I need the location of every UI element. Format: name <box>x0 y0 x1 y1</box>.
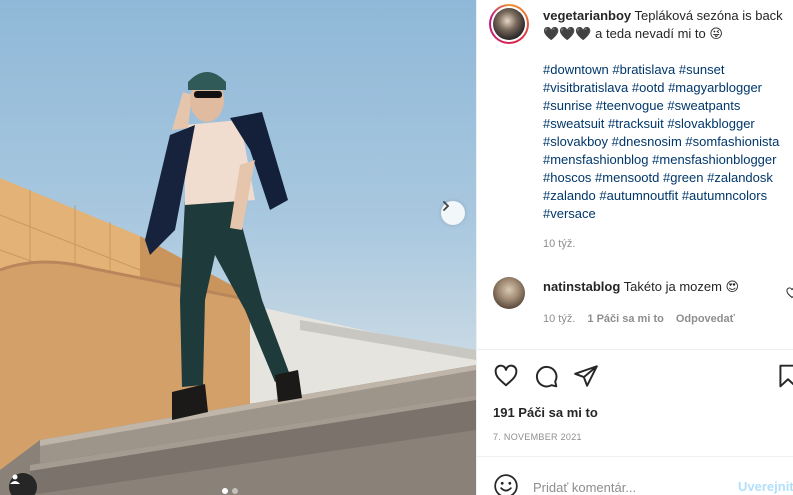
tagged-users-button[interactable] <box>9 473 37 495</box>
caption-text-line1: Tepláková sezóna is back <box>631 8 783 23</box>
comment-likes[interactable]: 1 Páči sa mi to <box>587 310 663 328</box>
bookmark-icon[interactable] <box>775 363 793 392</box>
hashtag-link[interactable]: #teenvogue <box>596 98 664 113</box>
hashtag-line: #visitbratislava #ootd #magyarblogger <box>543 79 793 97</box>
caption: vegetarianboy Tepláková sezóna is back 🖤… <box>543 4 793 253</box>
hashtag-line: #sweatsuit #tracksuit #slovakblogger <box>543 115 793 133</box>
author-avatar[interactable] <box>489 4 529 44</box>
comment-time-ago[interactable]: 10 týž. <box>543 310 575 328</box>
hashtag-link[interactable]: #slovakboy <box>543 134 608 149</box>
hashtag-link[interactable]: #slovakblogger <box>667 116 754 131</box>
hashtag-link[interactable]: #downtown <box>543 62 609 77</box>
commenter-avatar[interactable] <box>493 277 525 309</box>
post-likes-count[interactable]: 191 Páči sa mi to <box>493 405 598 420</box>
post-date[interactable]: 7. NOVEMBER 2021 <box>493 432 582 442</box>
hashtag-line: #hoscos #mensootd #green #zalandosk <box>543 169 793 187</box>
comment-input[interactable] <box>533 479 723 495</box>
hashtag-link[interactable]: #sweatpants <box>667 98 740 113</box>
hashtag-link[interactable]: #sunset <box>679 62 725 77</box>
hashtag-link[interactable]: #autumncolors <box>682 188 767 203</box>
hashtag-line: #sunrise #teenvogue #sweatpants <box>543 97 793 115</box>
hashtag-link[interactable]: #autumnoutfit <box>599 188 678 203</box>
hashtag-link[interactable]: #mensfashionblog <box>543 152 649 167</box>
caption-text-line2: 🖤🖤🖤 a teda nevadí mi to 😜 <box>543 26 723 41</box>
smiley-icon[interactable] <box>493 473 519 495</box>
hashtag-link[interactable]: #somfashionista <box>685 134 779 149</box>
hashtag-link[interactable]: #mensootd <box>595 170 659 185</box>
hashtag-link[interactable]: #mensfashionblogger <box>652 152 776 167</box>
comment-bubble-icon[interactable] <box>533 363 559 392</box>
hashtag-line: #versace <box>543 205 793 223</box>
hashtag-link[interactable]: #sweatsuit <box>543 116 604 131</box>
post-comment-button[interactable]: Uverejniť <box>738 479 793 494</box>
commenter-username[interactable]: natinstablog <box>543 279 620 294</box>
paper-plane-icon[interactable] <box>573 363 599 392</box>
hashtag-link[interactable]: #versace <box>543 206 596 221</box>
hashtag-line: #slovakboy #dnesnosim #somfashionista <box>543 133 793 151</box>
hashtag-link[interactable]: #hoscos <box>543 170 591 185</box>
hashtag-link[interactable]: #dnesnosim <box>612 134 682 149</box>
author-username[interactable]: vegetarianboy <box>543 8 631 23</box>
author-avatar-image <box>493 8 525 40</box>
post-time-ago[interactable]: 10 týž. <box>543 235 793 253</box>
hashtag-link[interactable]: #tracksuit <box>608 116 664 131</box>
hashtag-line: #downtown #bratislava #sunset <box>543 61 793 79</box>
hashtag-link[interactable]: #green <box>663 170 703 185</box>
divider <box>477 456 793 457</box>
heart-icon[interactable] <box>493 363 519 392</box>
hashtag-line: #zalando #autumnoutfit #autumncolors <box>543 187 793 205</box>
next-photo-button[interactable] <box>441 201 465 225</box>
hashtag-link[interactable]: #magyarblogger <box>668 80 762 95</box>
hashtag-link[interactable]: #bratislava <box>612 62 675 77</box>
hashtag-link[interactable]: #visitbratislava <box>543 80 628 95</box>
hashtag-list: #downtown #bratislava #sunset #visitbrati… <box>543 61 793 223</box>
hashtag-link[interactable]: #zalandosk <box>707 170 773 185</box>
hashtag-link[interactable]: #ootd <box>632 80 665 95</box>
add-comment-form: Uverejniť <box>493 472 793 495</box>
comment-text: Takéto ja mozem 😍 <box>623 279 740 294</box>
hashtag-link[interactable]: #zalando <box>543 188 596 203</box>
carousel-dots <box>222 488 238 494</box>
comment-like-heart-icon[interactable] <box>786 287 793 302</box>
post-actions-bar <box>493 363 793 391</box>
comment-reply-button[interactable]: Odpovedať <box>676 310 735 328</box>
post-photo[interactable] <box>0 0 476 495</box>
hashtag-line: #mensfashionblog #mensfashionblogger <box>543 151 793 169</box>
comment-item: natinstablog Takéto ja mozem 😍 10 týž. 1… <box>493 277 793 328</box>
photo-scene <box>0 72 476 495</box>
carousel-dot <box>232 488 238 494</box>
hashtag-link[interactable]: #sunrise <box>543 98 592 113</box>
carousel-dot <box>222 488 228 494</box>
post-caption-block: vegetarianboy Tepláková sezóna is back 🖤… <box>489 4 793 253</box>
post-details-panel: vegetarianboy Tepláková sezóna is back 🖤… <box>476 0 793 495</box>
divider <box>477 349 793 350</box>
